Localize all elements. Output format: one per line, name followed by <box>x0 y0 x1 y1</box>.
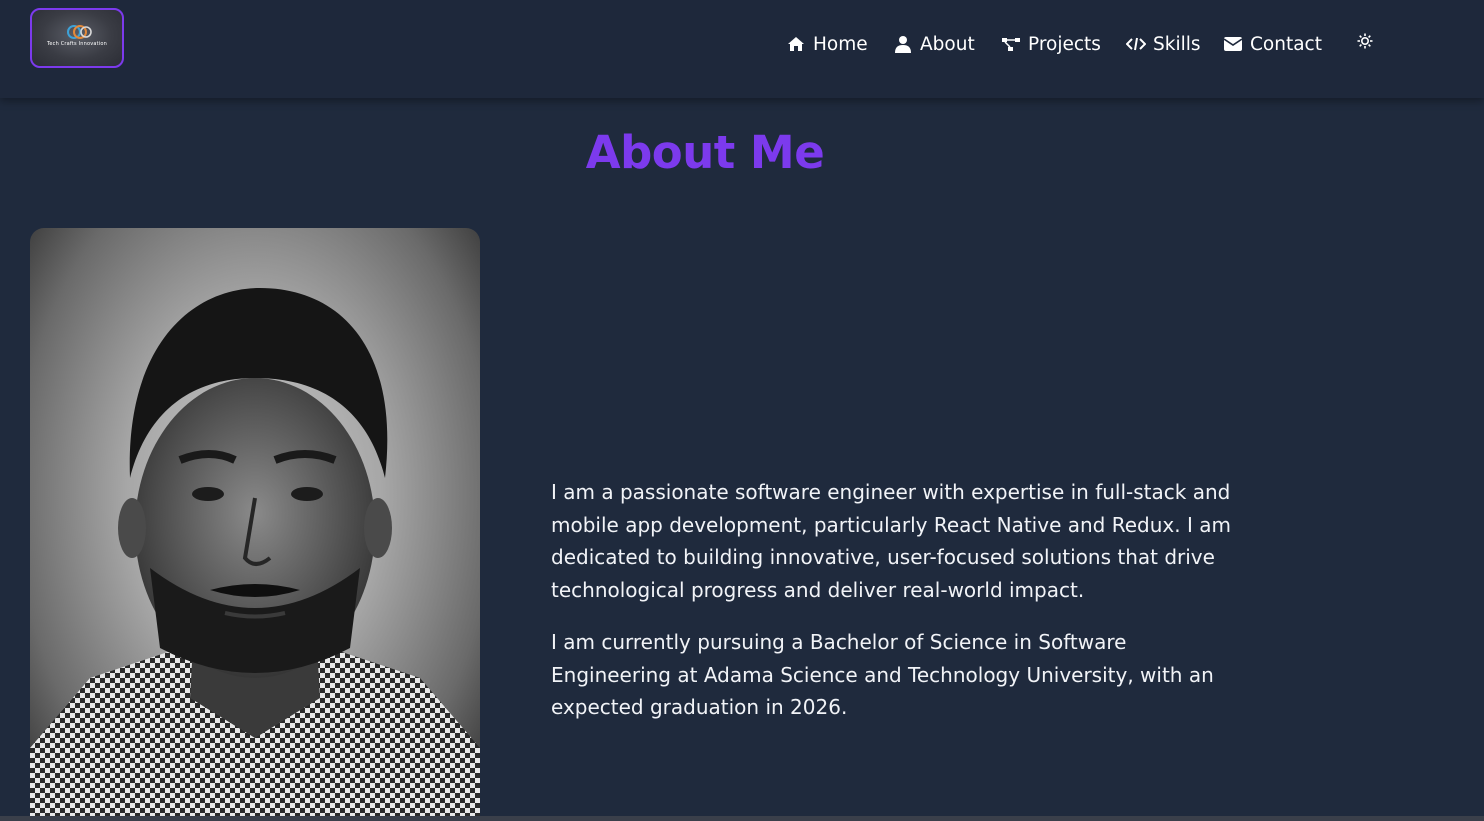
about-paragraph-1: I am a passionate software engineer with… <box>551 480 1231 602</box>
top-navbar: Tech Crafts Innovation Home About Projec… <box>0 0 1484 98</box>
about-title: About Me <box>585 126 825 179</box>
code-icon <box>1126 34 1146 54</box>
nav-skills-link[interactable]: Skills <box>1126 30 1201 58</box>
about-paragraph-2: I am currently pursuing a Bachelor of Sc… <box>551 630 1214 719</box>
project-diagram-icon <box>1001 34 1021 54</box>
nav-about-link[interactable]: About <box>893 30 975 58</box>
user-icon <box>893 34 913 54</box>
nav-contact-label: Contact <box>1250 33 1322 55</box>
logo-rings-icon <box>67 25 92 39</box>
page-bottom-divider <box>0 816 1484 821</box>
nav-skills-label: Skills <box>1153 33 1201 55</box>
home-icon <box>786 34 806 54</box>
profile-photo <box>30 228 480 820</box>
portrait-illustration <box>30 288 480 820</box>
about-description: I am a passionate software engineer with… <box>551 476 1231 744</box>
nav-contact-link[interactable]: Contact <box>1223 30 1322 58</box>
nav-home-label: Home <box>813 33 868 55</box>
logo[interactable]: Tech Crafts Innovation <box>30 8 124 68</box>
nav-about-label: About <box>920 33 975 55</box>
envelope-icon <box>1223 34 1243 54</box>
nav-home-link[interactable]: Home <box>786 30 868 58</box>
nav-projects-link[interactable]: Projects <box>1001 30 1101 58</box>
theme-toggle-button[interactable] <box>1355 33 1375 53</box>
logo-text: Tech Crafts Innovation <box>46 41 108 47</box>
nav-projects-label: Projects <box>1028 33 1101 55</box>
about-page: Tech Crafts Innovation Home About Projec… <box>0 0 1484 821</box>
sun-icon <box>1357 33 1373 53</box>
